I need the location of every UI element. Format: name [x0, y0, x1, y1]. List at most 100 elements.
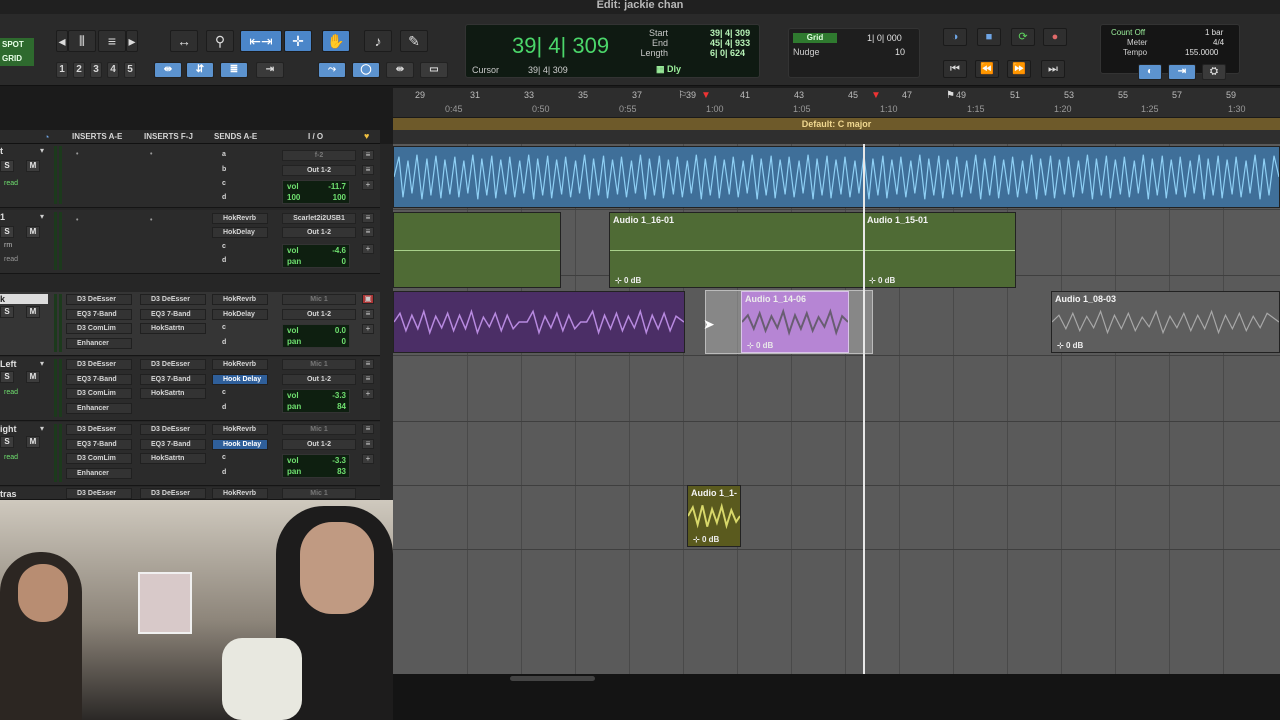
output-selector[interactable]: Out 1-2 [282, 374, 356, 385]
track-name[interactable]: t [0, 146, 3, 156]
zoom-toggle-icon[interactable]: ↔ [170, 30, 198, 52]
scroll-left-icon[interactable]: ◂ [56, 30, 68, 52]
output-selector[interactable]: Out 1-2 [282, 165, 356, 176]
track-view-selector[interactable]: rm [4, 242, 12, 249]
track-name[interactable]: 1 [0, 212, 5, 222]
volume-pan-display[interactable]: vol -11.7 100 100 [282, 180, 350, 204]
time-signature[interactable]: 4/4 [1213, 38, 1224, 47]
track-list-icon[interactable]: ≡ [362, 374, 374, 384]
key-signature-ruler[interactable]: Default: C major [393, 118, 1280, 130]
insert-slot[interactable]: D3 DeEsser [66, 294, 132, 305]
tab-to-transients-icon[interactable]: ⇹ [154, 62, 182, 78]
track-menu-icon[interactable]: ▾ [40, 146, 44, 155]
input-selector[interactable]: Scarlet2i2USB1 [282, 213, 356, 224]
end-value[interactable]: 45| 4| 933 [710, 38, 750, 48]
nudge-value[interactable]: 10 [895, 47, 905, 57]
send-slot[interactable]: c [212, 388, 268, 399]
insert-slot[interactable]: HokSatrtn [140, 323, 206, 334]
marker-ruler[interactable] [393, 130, 1280, 144]
input-selector[interactable]: Mic 1 [282, 488, 356, 499]
send-slot[interactable]: d [212, 193, 268, 204]
insert-slot[interactable]: D3 DeEsser [66, 424, 132, 435]
volume-pan-display[interactable]: vol -4.6 pan 0 [282, 244, 350, 268]
track-lane[interactable] [393, 420, 1280, 486]
insert-slot[interactable]: D3 DeEsser [140, 488, 206, 499]
solo-button[interactable]: S [0, 226, 14, 238]
start-value[interactable]: 39| 4| 309 [710, 28, 750, 38]
send-slot[interactable]: a [212, 150, 268, 161]
volume-pan-display[interactable]: vol -3.3 pan 84 [282, 389, 350, 413]
automation-mode[interactable]: read [4, 389, 18, 396]
audio-clip[interactable]: Audio 1_08-03 ⊹ 0 dB [1051, 291, 1280, 353]
zoom-preset-4[interactable]: 4 [107, 62, 119, 78]
mute-button[interactable]: M [26, 371, 40, 383]
insert-slot[interactable]: D3 DeEsser [66, 488, 132, 499]
view-selector-icon[interactable]: ◔ [44, 132, 49, 142]
mirror-midi-icon[interactable]: ⤳ [318, 62, 346, 78]
input-selector[interactable]: Mic 1 [282, 359, 356, 370]
audio-clip[interactable]: Audio 1_16-01 ⊹ 0 dB [609, 212, 864, 288]
loop-start-flag-icon[interactable]: ⚐ [678, 90, 687, 101]
track-lane[interactable] [393, 484, 1280, 550]
track-list-icon[interactable]: ≡ [362, 309, 374, 319]
window-config-icon[interactable]: ▭ [420, 62, 448, 78]
insert-slot[interactable]: EQ3 7-Band [140, 309, 206, 320]
link-timeline-icon[interactable]: ⇵ [186, 62, 214, 78]
track-list-icon[interactable]: ≡ [362, 227, 374, 237]
audio-clip-beat[interactable] [393, 146, 1280, 208]
insert-slot[interactable]: • [140, 150, 206, 161]
automation-mode[interactable]: read [4, 180, 18, 187]
track-name[interactable]: k [0, 294, 48, 304]
zoom-audio-icon[interactable]: ⫴ [68, 30, 96, 52]
send-slot[interactable]: d [212, 338, 268, 349]
send-slot[interactable]: HokRevrb [212, 359, 268, 370]
mute-button[interactable]: M [26, 306, 40, 318]
zoom-preset-3[interactable]: 3 [90, 62, 102, 78]
send-slot[interactable]: c [212, 323, 268, 334]
insert-slot[interactable]: EQ3 7-Band [140, 374, 206, 385]
stop-icon[interactable]: ■ [977, 28, 1001, 46]
rewind-icon[interactable]: ⏪ [975, 60, 999, 78]
clip-gain[interactable]: ⊹ 0 dB [693, 535, 719, 544]
add-icon[interactable]: + [362, 389, 374, 399]
insert-slot[interactable]: EQ3 7-Band [66, 374, 132, 385]
add-icon[interactable]: + [362, 454, 374, 464]
track-name[interactable]: Left [0, 359, 17, 369]
track-list-icon[interactable]: ≡ [362, 424, 374, 434]
audio-clip[interactable] [393, 212, 561, 288]
send-slot[interactable]: b [212, 165, 268, 176]
volume-pan-display[interactable]: vol -3.3 pan 83 [282, 454, 350, 478]
spot-mode-button[interactable]: SPOT [0, 38, 34, 52]
send-slot[interactable]: c [212, 453, 268, 464]
conductor-icon[interactable]: ⛭ [1202, 64, 1226, 80]
insertion-follows-icon[interactable]: ⇥ [256, 62, 284, 78]
solo-button[interactable]: S [0, 160, 14, 172]
count-off-label[interactable]: Count Off [1111, 28, 1145, 37]
send-slot[interactable]: HokRevrb [212, 294, 268, 305]
insert-slot[interactable]: D3 DeEsser [140, 424, 206, 435]
input-selector[interactable]: f-2 [282, 150, 356, 161]
track-lane[interactable] [393, 356, 1280, 422]
grid-mode-button[interactable]: GRID [0, 52, 34, 66]
track-header[interactable]: Left ▾ S M read D3 DeEsser EQ3 7-Band D3… [0, 357, 380, 421]
horizontal-scrollbar[interactable] [510, 676, 595, 681]
insert-slot[interactable]: • [140, 216, 206, 227]
automation-follows-icon[interactable]: ◯ [352, 62, 380, 78]
send-slot[interactable]: c [212, 242, 268, 253]
output-selector[interactable]: Out 1-2 [282, 439, 356, 450]
go-to-end-icon[interactable]: ⏭ [1041, 60, 1065, 78]
online-icon[interactable]: ◑ [943, 28, 967, 46]
clip-gain[interactable]: ⊹ 0 dB [615, 276, 641, 285]
clip-gain[interactable]: ⊹ 0 dB [869, 276, 895, 285]
send-slot[interactable]: HokRevrb [212, 488, 268, 499]
loop-end-flag-icon[interactable]: ⚑ [946, 90, 955, 101]
selector-tool-icon[interactable]: ✛ [284, 30, 312, 52]
insert-slot[interactable]: EQ3 7-Band [140, 439, 206, 450]
output-selector[interactable]: Out 1-2 [282, 227, 356, 238]
send-slot[interactable]: Hook Delay [212, 439, 268, 450]
selection-range[interactable] [705, 290, 873, 354]
pencil-tool-icon[interactable]: ✎ [400, 30, 428, 52]
insert-slot[interactable]: Enhancer [66, 338, 132, 349]
clip-gain[interactable]: ⊹ 0 dB [1057, 341, 1083, 350]
insert-slot[interactable]: EQ3 7-Band [66, 439, 132, 450]
